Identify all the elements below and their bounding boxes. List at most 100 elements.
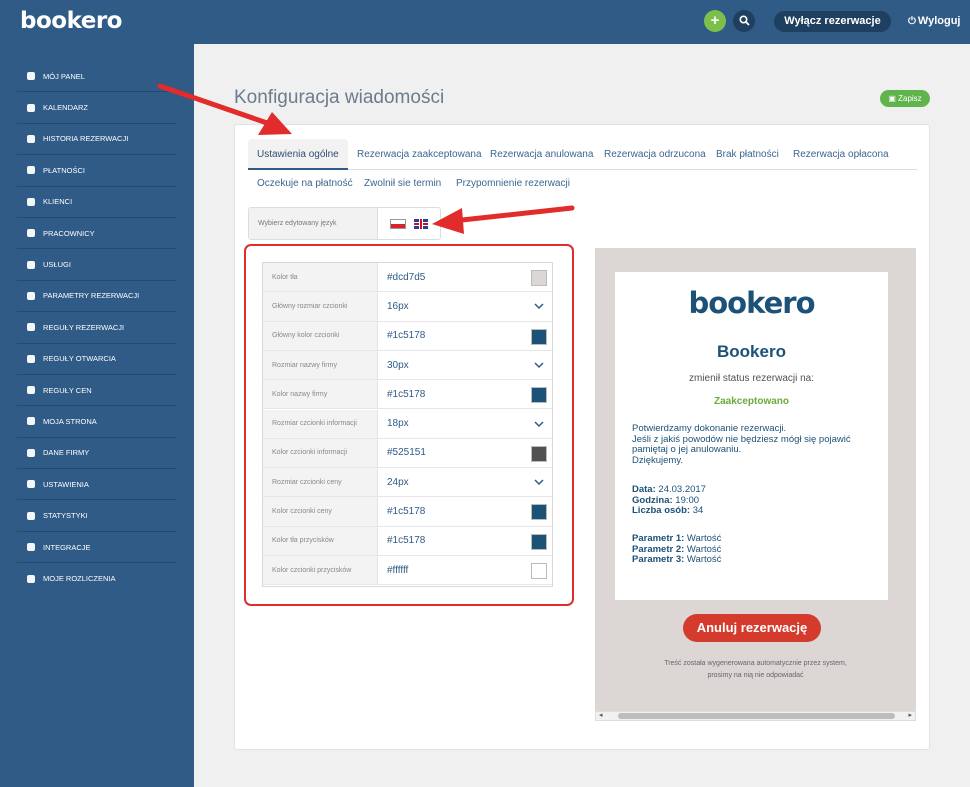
tab-ustawienia-ogólne[interactable]: Ustawienia ogólne <box>248 139 348 170</box>
color-input[interactable]: #525151 <box>387 439 426 467</box>
detail-value: 24.03.2017 <box>658 484 706 495</box>
sidebar-item-moje-rozliczenia[interactable]: MOJE ROZLICZENIA <box>17 563 176 594</box>
setting-label: Kolor nazwy firmy <box>263 380 378 409</box>
sidebar-item-kalendarz[interactable]: KALENDARZ <box>17 92 176 124</box>
detail-value: 19:00 <box>675 494 700 506</box>
info-icon <box>27 323 35 332</box>
setting-label: Kolor tła <box>263 263 378 292</box>
settings-row: Kolor czcionki informacji #525151 <box>263 438 552 469</box>
preview-param-row: Parametr 3: Wartość <box>632 554 872 566</box>
tab-rezerwacja-opłacona[interactable]: Rezerwacja opłacona <box>793 139 889 170</box>
app-logo[interactable]: bookero <box>20 8 123 34</box>
tab-rezerwacja-zaakceptowana[interactable]: Rezerwacja zaakceptowana <box>357 139 482 170</box>
sidebar-item-label: PARAMETRY REZERWACJI <box>43 291 140 301</box>
flag-gb-icon[interactable] <box>414 219 428 229</box>
sidebar-item-parametry-rezerwacji[interactable]: PARAMETRY REZERWACJI <box>17 281 176 313</box>
disable-reservations-button[interactable]: Wyłącz rezerwacje <box>774 11 891 32</box>
sidebar-item-label: REGUŁY CEN <box>43 385 92 395</box>
color-input[interactable]: #1c5178 <box>387 380 425 408</box>
add-button[interactable]: + <box>704 10 726 32</box>
sidebar-item-historia-rezerwacji[interactable]: HISTORIA REZERWACJI <box>17 124 176 156</box>
sidebar-item-pracownicy[interactable]: PRACOWNICY <box>17 218 176 250</box>
scroll-right-icon[interactable]: ▸ <box>908 711 912 719</box>
scroll-thumb[interactable] <box>618 713 895 719</box>
history-icon <box>27 134 35 143</box>
color-swatch[interactable] <box>531 533 547 550</box>
save-icon: ▣ <box>888 94 899 103</box>
sidebar-item-reguły-rezerwacji[interactable]: REGUŁY REZERWACJI <box>17 312 176 344</box>
search-button[interactable] <box>733 10 755 32</box>
preview-horizontal-scrollbar[interactable]: ◂ ▸ <box>595 711 916 721</box>
sidebar-item-reguły-otwarcia[interactable]: REGUŁY OTWARCIA <box>17 344 176 375</box>
calendar-icon <box>27 103 35 112</box>
color-swatch[interactable] <box>531 504 547 521</box>
tab-oczekuje-na-płatność[interactable]: Oczekuje na płatność <box>257 170 353 198</box>
logout-button[interactable]: ⏻ Wyloguj <box>908 15 961 27</box>
sidebar-item-płatności[interactable]: PŁATNOŚCI <box>17 155 176 187</box>
sidebar-item-klienci[interactable]: KLIENCI <box>17 187 176 218</box>
setting-label: Rozmiar czcionki informacji <box>263 409 378 438</box>
dollar-icon <box>27 386 35 395</box>
setting-label: Rozmiar czcionki ceny <box>263 468 378 497</box>
sidebar-item-usługi[interactable]: USŁUGI <box>17 249 176 281</box>
save-label: Zapisz <box>898 94 922 103</box>
scroll-left-icon[interactable]: ◂ <box>599 711 603 719</box>
sidebar-item-label: MOJE ROZLICZENIA <box>43 574 116 584</box>
sidebar-item-ustawienia[interactable]: USTAWIENIA <box>17 469 176 501</box>
tabs-row-2: Oczekuje na płatność Zwolnił sie termin Pr… <box>248 170 648 198</box>
sidebar-item-label: MÓJ PANEL <box>43 71 85 81</box>
color-input[interactable]: #1c5178 <box>387 527 425 555</box>
color-input[interactable]: #1c5178 <box>387 322 425 350</box>
sidebar-nav: MÓJ PANEL KALENDARZ HISTORIA REZERWACJI PŁA… <box>17 61 176 595</box>
color-swatch[interactable] <box>531 387 547 404</box>
preview-info-line: Dziękujemy. <box>632 454 684 466</box>
chevron-down-icon[interactable] <box>534 420 544 428</box>
tab-rezerwacja-odrzucona[interactable]: Rezerwacja odrzucona <box>604 139 706 170</box>
preview-cancel-button[interactable]: Anuluj rezerwację <box>683 614 821 642</box>
size-select[interactable]: 24px <box>387 468 409 496</box>
sidebar-item-mój-panel[interactable]: MÓJ PANEL <box>17 61 176 93</box>
sidebar-item-label: MOJA STRONA <box>43 416 97 426</box>
preview-params: Parametr 1: Wartość Parametr 2: Wartość … <box>632 533 872 566</box>
color-swatch[interactable] <box>531 445 547 462</box>
color-swatch[interactable] <box>531 328 547 345</box>
size-select[interactable]: 16px <box>387 292 409 320</box>
color-input[interactable]: #1c5178 <box>387 497 425 525</box>
tab-brak-płatności[interactable]: Brak płatności <box>716 139 779 170</box>
chevron-down-icon[interactable] <box>534 361 544 369</box>
credit-card-icon <box>27 166 35 175</box>
gear-icon <box>27 480 35 489</box>
tab-rezerwacja-anulowana[interactable]: Rezerwacja anulowana <box>490 139 593 170</box>
color-input[interactable]: #ffffff <box>387 556 408 584</box>
setting-label: Kolor czcionki ceny <box>263 497 378 526</box>
sidebar-item-integracje[interactable]: INTEGRACJE <box>17 532 176 564</box>
sidebar-item-label: USŁUGI <box>43 260 71 270</box>
color-swatch[interactable] <box>531 270 547 286</box>
sidebar-item-reguły-cen[interactable]: REGUŁY CEN <box>17 375 176 407</box>
size-select[interactable]: 18px <box>387 410 409 438</box>
chevron-down-icon[interactable] <box>534 302 544 310</box>
sidebar-item-moja-strona[interactable]: MOJA STRONA <box>17 406 176 438</box>
sidebar-item-label: KALENDARZ <box>43 103 89 113</box>
detail-value: 34 <box>692 505 704 516</box>
color-swatch[interactable] <box>531 563 547 579</box>
tab-zwolnił-sie-termin[interactable]: Zwolnił sie termin <box>364 170 441 198</box>
calendar-grid-icon <box>27 354 35 363</box>
sidebar-item-dane-firmy[interactable]: DANE FIRMY <box>17 438 176 470</box>
sidebar-item-statystyki[interactable]: STATYSTYKI <box>17 500 176 532</box>
building-icon <box>27 448 35 457</box>
chevron-down-icon[interactable] <box>534 478 544 486</box>
save-button[interactable]: ▣ Zapisz <box>880 90 930 107</box>
tab-przypomnienie-rezerwacji[interactable]: Przypomnienie rezerwacji <box>456 170 570 198</box>
param-label: Parametr 2: <box>632 543 685 555</box>
flag-pl-icon[interactable] <box>390 219 406 229</box>
users-icon <box>27 197 35 206</box>
param-value: Wartość <box>686 533 722 544</box>
settings-row: Kolor nazwy firmy #1c5178 <box>263 380 552 410</box>
color-input[interactable]: #dcd7d5 <box>387 263 425 291</box>
preview-info-line: Potwierdzamy dokonanie rezerwacji. <box>632 423 787 434</box>
logout-label: Wyloguj <box>917 15 961 27</box>
sidebar-item-label: STATYSTYKI <box>43 511 88 521</box>
setting-label: Kolor czcionki informacji <box>263 438 378 468</box>
size-select[interactable]: 30px <box>387 351 409 379</box>
